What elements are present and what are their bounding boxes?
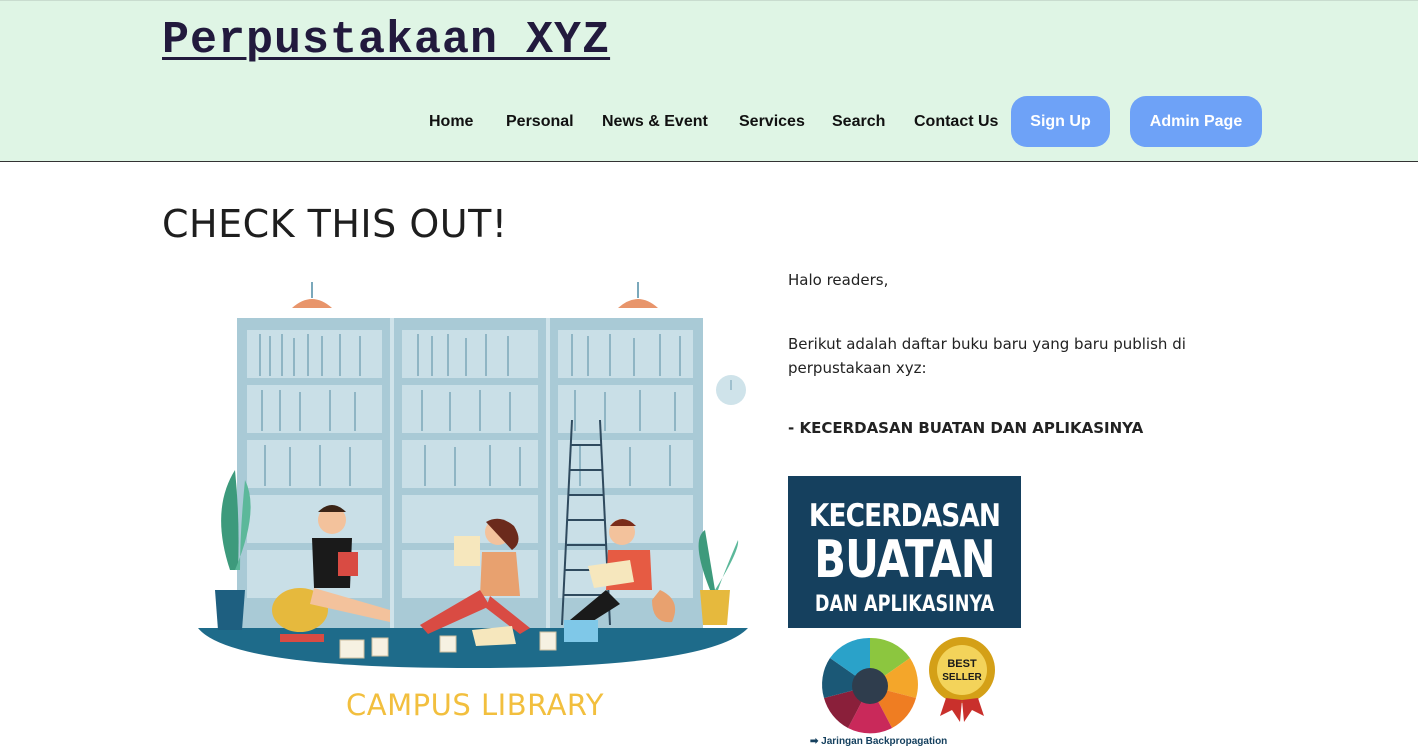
nav-services[interactable]: Services — [739, 96, 805, 147]
book-list-item: - KECERDASAN BUATAN DAN APLIKASINYA — [788, 419, 1144, 437]
cover-title-block: KECERDASAN BUATAN DAN APLIKASINYA — [788, 476, 1021, 628]
illustration-caption: CAMPUS LIBRARY — [346, 688, 604, 722]
badge-best: BEST — [947, 658, 977, 670]
section-title: CHECK THIS OUT! — [162, 202, 508, 246]
cover-title-line1: KECERDASAN — [808, 498, 1001, 534]
intro-text: Berikut adalah daftar buku baru yang bar… — [788, 335, 1186, 377]
greeting-text: Halo readers, — [788, 271, 889, 289]
signup-button[interactable]: Sign Up — [1011, 96, 1110, 147]
site-title-link[interactable]: Perpustakaan XYZ — [162, 15, 610, 67]
main-nav: Home Personal News & Event Services Sear… — [0, 96, 1418, 147]
nav-contact-us[interactable]: Contact Us — [914, 96, 998, 147]
cover-title-line3: DAN APLIKASINYA — [814, 592, 995, 617]
cover-title-line2: BUATAN — [814, 530, 995, 590]
campus-library-illustration — [198, 282, 748, 668]
badge-seller: SELLER — [942, 672, 982, 683]
nav-search[interactable]: Search — [832, 96, 885, 147]
cover-footer-text: ➡ Jaringan Backpropagation — [810, 736, 948, 747]
nav-personal[interactable]: Personal — [506, 96, 574, 147]
site-header: Perpustakaan XYZ Home Personal News & Ev… — [0, 0, 1418, 162]
book-cover-image[interactable]: KECERDASAN BUATAN DAN APLIKASINYA BEST S… — [788, 476, 1021, 749]
cover-graphic: BEST SELLER — [822, 637, 995, 734]
nav-home[interactable]: Home — [429, 96, 473, 147]
admin-page-button[interactable]: Admin Page — [1130, 96, 1262, 147]
nav-news-event[interactable]: News & Event — [602, 96, 708, 147]
